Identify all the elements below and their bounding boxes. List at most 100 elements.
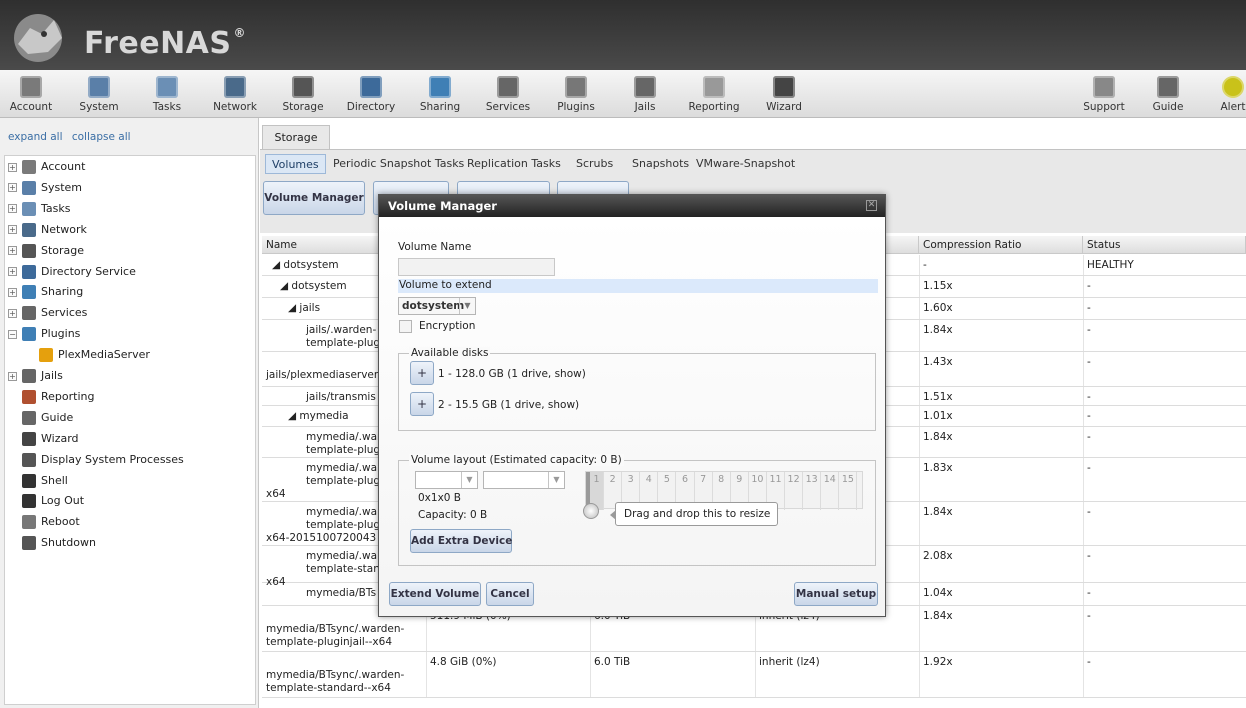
- jails-icon: [634, 76, 656, 98]
- cell-status: -: [1087, 610, 1091, 622]
- disk-group-2[interactable]: 2 - 15.5 GB (1 drive, show): [438, 399, 579, 411]
- volume-name-input[interactable]: [398, 258, 555, 276]
- tree-item-label: Reboot: [41, 515, 80, 529]
- cell-ratio: 1.83x: [923, 462, 953, 474]
- subtab-replication-tasks[interactable]: Replication Tasks: [467, 154, 561, 174]
- disk-slot[interactable]: 12: [785, 472, 804, 510]
- guide-icon: [22, 410, 36, 425]
- tree-item-wizard[interactable]: Wizard: [22, 430, 79, 448]
- subtab-vmware-snapshot[interactable]: VMware-Snapshot: [696, 154, 795, 174]
- collapse-all-link[interactable]: collapse all: [72, 131, 131, 143]
- expand-icon[interactable]: +: [8, 162, 17, 172]
- chevron-down-icon[interactable]: ▼: [459, 298, 475, 314]
- expand-icon[interactable]: +: [8, 308, 17, 318]
- tree-item-system[interactable]: + System: [8, 179, 82, 197]
- wizard-icon: [773, 76, 795, 98]
- tree-item-storage[interactable]: + Storage: [8, 242, 84, 260]
- column-divider: [1083, 427, 1084, 457]
- disk-group-1[interactable]: 1 - 128.0 GB (1 drive, show): [438, 368, 586, 380]
- expand-icon[interactable]: +: [8, 246, 17, 256]
- toolbar-network-button[interactable]: Network: [201, 76, 269, 116]
- toolbar-guide-button[interactable]: Guide: [1134, 76, 1202, 116]
- freenas-logo[interactable]: FreeNAS ®: [8, 8, 246, 64]
- tree-item-account[interactable]: + Account: [8, 158, 85, 176]
- toolbar-system-button[interactable]: System: [65, 76, 133, 116]
- layout-width-select[interactable]: ▼: [483, 471, 565, 489]
- close-icon[interactable]: ✕: [866, 200, 877, 211]
- column-divider: [1083, 320, 1084, 351]
- tree-item-shutdown[interactable]: Shutdown: [22, 534, 96, 552]
- expand-icon[interactable]: +: [8, 225, 17, 235]
- system-icon: [22, 180, 36, 195]
- extend-select-value: dotsystem: [402, 300, 465, 312]
- subtab-scrubs[interactable]: Scrubs: [576, 154, 613, 174]
- tree-item-jails[interactable]: + Jails: [8, 367, 63, 385]
- tree-item-log-out[interactable]: Log Out: [22, 492, 84, 510]
- toolbar-services-button[interactable]: Services: [474, 76, 542, 116]
- collapse-icon[interactable]: −: [8, 329, 17, 339]
- tree-item-directory-service[interactable]: + Directory Service: [8, 263, 136, 281]
- tree-item-services[interactable]: + Services: [8, 304, 87, 322]
- cell-ratio: 1.84x: [923, 431, 953, 443]
- toolbar-tasks-button[interactable]: Tasks: [133, 76, 201, 116]
- tree-item-plugins[interactable]: − Plugins: [8, 325, 80, 343]
- column-divider: [919, 583, 920, 605]
- toolbar-support-button[interactable]: Support: [1070, 76, 1138, 116]
- tasks-icon: [156, 76, 178, 98]
- toolbar-label: Wizard: [766, 101, 802, 113]
- expand-icon[interactable]: +: [8, 204, 17, 214]
- toolbar-directory-button[interactable]: Directory: [337, 76, 405, 116]
- add-disk-2-button[interactable]: +: [410, 392, 434, 416]
- volume-manager-button[interactable]: Volume Manager: [263, 181, 365, 215]
- tree-item-sharing[interactable]: + Sharing: [8, 283, 83, 301]
- toolbar-sharing-button[interactable]: Sharing: [406, 76, 474, 116]
- tree-item-tasks[interactable]: + Tasks: [8, 200, 70, 218]
- tree-item-guide[interactable]: Guide: [22, 409, 73, 427]
- toolbar-wizard-button[interactable]: Wizard: [750, 76, 818, 116]
- extend-volume-button[interactable]: Extend Volume: [389, 582, 481, 606]
- subtab-snapshots[interactable]: Snapshots: [632, 154, 689, 174]
- toolbar-reporting-button[interactable]: Reporting: [680, 76, 748, 116]
- disk-slot[interactable]: 15: [839, 472, 858, 510]
- subtab-periodic-snapshot-tasks[interactable]: Periodic Snapshot Tasks: [333, 154, 464, 174]
- table-row[interactable]: mymedia/BTsync/.warden-template-standard…: [262, 652, 1246, 698]
- toolbar-account-button[interactable]: Account: [0, 76, 65, 116]
- disk-slot[interactable]: 13: [803, 472, 822, 510]
- layout-type-select[interactable]: ▼: [415, 471, 478, 489]
- services-icon: [497, 76, 519, 98]
- cell-status: -: [1087, 506, 1091, 518]
- disk-slot[interactable]: 14: [821, 472, 840, 510]
- toolbar-storage-button[interactable]: Storage: [269, 76, 337, 116]
- chevron-down-icon[interactable]: ▼: [548, 472, 564, 488]
- cancel-button[interactable]: Cancel: [486, 582, 534, 606]
- tree-item-reboot[interactable]: Reboot: [22, 513, 80, 531]
- tree-item-plexmediaserver[interactable]: PlexMediaServer: [39, 346, 150, 364]
- volume-to-extend-select[interactable]: dotsystem ▼: [398, 297, 476, 315]
- encryption-checkbox[interactable]: [399, 320, 412, 333]
- tree-item-display-system-processes[interactable]: Display System Processes: [22, 451, 184, 469]
- expand-icon[interactable]: +: [8, 183, 17, 193]
- expand-icon[interactable]: +: [8, 287, 17, 297]
- chevron-down-icon[interactable]: ▼: [461, 472, 477, 488]
- subtab-volumes[interactable]: Volumes: [265, 154, 326, 174]
- expand-all-link[interactable]: expand all: [8, 131, 63, 143]
- cell-name: mymedia/BTsync/.warden-: [266, 669, 405, 681]
- column-header[interactable]: Compression Ratio: [919, 236, 1083, 254]
- tab-storage[interactable]: Storage: [262, 125, 330, 149]
- add-extra-device-button[interactable]: Add Extra Device: [410, 529, 512, 553]
- expand-icon[interactable]: +: [8, 371, 17, 381]
- cell-ratio: 1.60x: [923, 302, 953, 314]
- column-header[interactable]: Status: [1083, 236, 1246, 254]
- column-divider: [919, 387, 920, 405]
- expand-icon[interactable]: +: [8, 267, 17, 276]
- tree-item-reporting[interactable]: Reporting: [22, 388, 94, 406]
- tree-item-network[interactable]: + Network: [8, 221, 87, 239]
- tree-item-shell[interactable]: Shell: [22, 472, 68, 490]
- tree-item-label: Directory Service: [41, 264, 136, 278]
- toolbar-plugins-button[interactable]: Plugins: [542, 76, 610, 116]
- manual-setup-button[interactable]: Manual setup: [794, 582, 878, 606]
- resize-handle-icon[interactable]: [583, 503, 599, 519]
- toolbar-jails-button[interactable]: Jails: [611, 76, 679, 116]
- add-disk-1-button[interactable]: +: [410, 361, 434, 385]
- toolbar-alert-button[interactable]: Alert: [1199, 76, 1246, 116]
